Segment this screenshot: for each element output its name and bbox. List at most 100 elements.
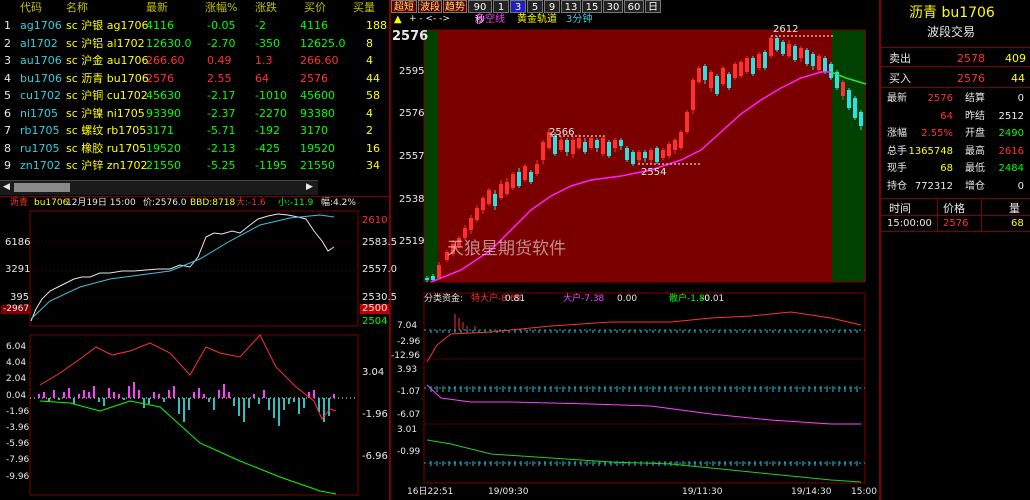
fund-bar bbox=[223, 384, 225, 398]
table-row[interactable]: 1 ag1706 sc 沪银 ag1706 4116 -0.05 -2 4116 188 bbox=[0, 18, 389, 34]
candle-body bbox=[649, 150, 653, 160]
flow-scale-label: -2.96 bbox=[397, 337, 421, 347]
candle-body bbox=[817, 56, 821, 70]
row-name: sc 螺纹 rb1705 bbox=[66, 124, 147, 137]
row-last: 266.60 bbox=[146, 54, 185, 67]
candle-body bbox=[541, 142, 545, 160]
kline-current-price: 2576 bbox=[392, 29, 429, 44]
quote-row-value: 2.55% bbox=[921, 128, 953, 139]
candle-body bbox=[475, 208, 479, 220]
row-index: 8 bbox=[4, 141, 11, 155]
quote-row-value: 2512 bbox=[998, 110, 1024, 122]
quote-row-label: 总手 bbox=[887, 145, 907, 157]
candle-body bbox=[601, 138, 605, 154]
table-row[interactable]: 8 ru1705 sc 橡胶 ru1705 19520 -2.13 -425 19520 16 bbox=[0, 141, 389, 157]
fund-bar bbox=[323, 398, 325, 422]
candle-body bbox=[535, 164, 539, 174]
candle-body bbox=[847, 90, 851, 108]
candle-body bbox=[637, 152, 641, 160]
quote-panel: 沥青 bu1706 波段交易 卖出 2578 409 买入 2576 44 最新… bbox=[881, 0, 1030, 500]
fund-bar bbox=[333, 394, 335, 398]
fund-bar bbox=[183, 398, 185, 422]
col-header-chg[interactable]: 涨跌 bbox=[255, 2, 277, 13]
fund-bar bbox=[88, 392, 90, 398]
lower-left-scale: -7.96 bbox=[6, 455, 30, 466]
fund-bar bbox=[63, 392, 65, 398]
candle-body bbox=[493, 194, 497, 206]
col-header-code[interactable]: 代码 bbox=[20, 2, 42, 13]
col-header-name[interactable]: 名称 bbox=[66, 2, 88, 13]
retail-line bbox=[39, 400, 337, 495]
tick-header-vol: 量 bbox=[1009, 202, 1020, 215]
candle-body bbox=[553, 136, 557, 154]
lower-left-scale: 4.04 bbox=[6, 358, 27, 369]
candle-body bbox=[583, 142, 587, 152]
candle-body bbox=[499, 184, 503, 198]
scroll-left-icon[interactable]: ◀ bbox=[3, 183, 10, 192]
time-label: 19/09:30 bbox=[488, 487, 529, 497]
candle-body bbox=[769, 38, 773, 56]
table-row[interactable]: 4 bu1706 sc 沥青 bu1706 2576 2.55 64 2576 44 bbox=[0, 71, 389, 87]
candle-body bbox=[505, 182, 509, 194]
flow-legend-item: 0.81 bbox=[505, 294, 526, 304]
fund-bar bbox=[303, 398, 305, 408]
fund-bar bbox=[158, 394, 160, 398]
candle-body bbox=[781, 42, 785, 54]
fund-bar bbox=[133, 382, 135, 398]
row-pct: -5.71 bbox=[207, 124, 236, 137]
candle-body bbox=[793, 46, 797, 60]
table-row[interactable]: 6 ni1705 sc 沪镍 ni1705 93390 -2.37 -2270 93380 4 bbox=[0, 106, 389, 122]
fund-bar bbox=[123, 398, 125, 400]
col-header-bid[interactable]: 买价 bbox=[304, 2, 326, 13]
row-chg: -350 bbox=[255, 36, 280, 50]
row-bid: 93380 bbox=[300, 106, 335, 120]
fund-bar bbox=[73, 398, 75, 404]
fund-bar bbox=[198, 388, 200, 398]
row-bid: 3170 bbox=[300, 124, 328, 137]
candle-body bbox=[619, 140, 623, 146]
time-label: 16日22:51 bbox=[407, 487, 454, 497]
table-row[interactable]: 5 cu1702 sc 沪铜 cu1702 45630 -2.17 -1010 45600 5… bbox=[0, 88, 389, 104]
candle-body bbox=[577, 138, 581, 148]
scroll-right-icon[interactable]: ▶ bbox=[306, 183, 313, 192]
row-code: rb1705 bbox=[20, 124, 60, 137]
row-bid: 21550 bbox=[300, 159, 335, 172]
kline-scale: 2595 bbox=[399, 66, 425, 77]
fund-bar bbox=[98, 398, 100, 402]
table-row[interactable]: 3 au1706 sc 沪金 au1706 266.60 0.49 1.3 266.60 4 bbox=[0, 53, 389, 69]
kline-scale: 2557 bbox=[399, 151, 425, 162]
candle-body bbox=[625, 148, 629, 160]
table-row[interactable]: 7 rb1705 sc 螺纹 rb1705 3171 -5.71 -192 3170 2 bbox=[0, 123, 389, 139]
quote-title: 沥青 bu1706 bbox=[909, 5, 995, 21]
fund-bar bbox=[108, 388, 110, 398]
row-name: sc 沪银 ag1706 bbox=[66, 19, 149, 32]
lower-left-scale: -3.96 bbox=[6, 423, 30, 433]
col-header-vol[interactable]: 买量 bbox=[353, 2, 375, 13]
flow-scale-label: -12.96 bbox=[391, 351, 421, 361]
fund-bar bbox=[83, 390, 85, 398]
col-header-last[interactable]: 最新 bbox=[146, 2, 168, 13]
table-row[interactable]: 2 al1702 sc 沪铝 al1702 12630.0 -2.70 -350 12625… bbox=[0, 36, 389, 52]
row-name: sc 沪锌 zn1702 bbox=[66, 159, 148, 172]
candle-body bbox=[757, 54, 761, 68]
fund-bar bbox=[93, 386, 95, 398]
candle-body bbox=[709, 72, 713, 88]
quote-row-value: 2616 bbox=[998, 145, 1024, 157]
row-name: sc 沪镍 ni1705 bbox=[66, 106, 145, 120]
right-scale-label: 2610 bbox=[362, 215, 388, 226]
table-row[interactable]: 9 zn1702 sc 沪锌 zn1702 21550 -5.25 -1195 21550 3… bbox=[0, 158, 389, 174]
candle-body bbox=[739, 62, 743, 76]
col-header-pct[interactable]: 涨幅% bbox=[205, 2, 237, 13]
fund-bar bbox=[273, 398, 275, 418]
candle-body bbox=[829, 64, 833, 78]
fund-bar bbox=[168, 390, 170, 398]
candle-body bbox=[667, 144, 671, 156]
candle-body bbox=[559, 140, 563, 150]
tick-time: 15:00:00 bbox=[887, 218, 932, 229]
candle-body bbox=[613, 140, 617, 148]
candle-body bbox=[673, 140, 677, 150]
horizontal-scrollbar[interactable]: ◀ ▶ bbox=[0, 180, 318, 195]
row-vol: 16 bbox=[366, 141, 380, 155]
quote-row-label: 最低 bbox=[965, 163, 985, 174]
scrollbar-thumb[interactable] bbox=[14, 183, 70, 192]
